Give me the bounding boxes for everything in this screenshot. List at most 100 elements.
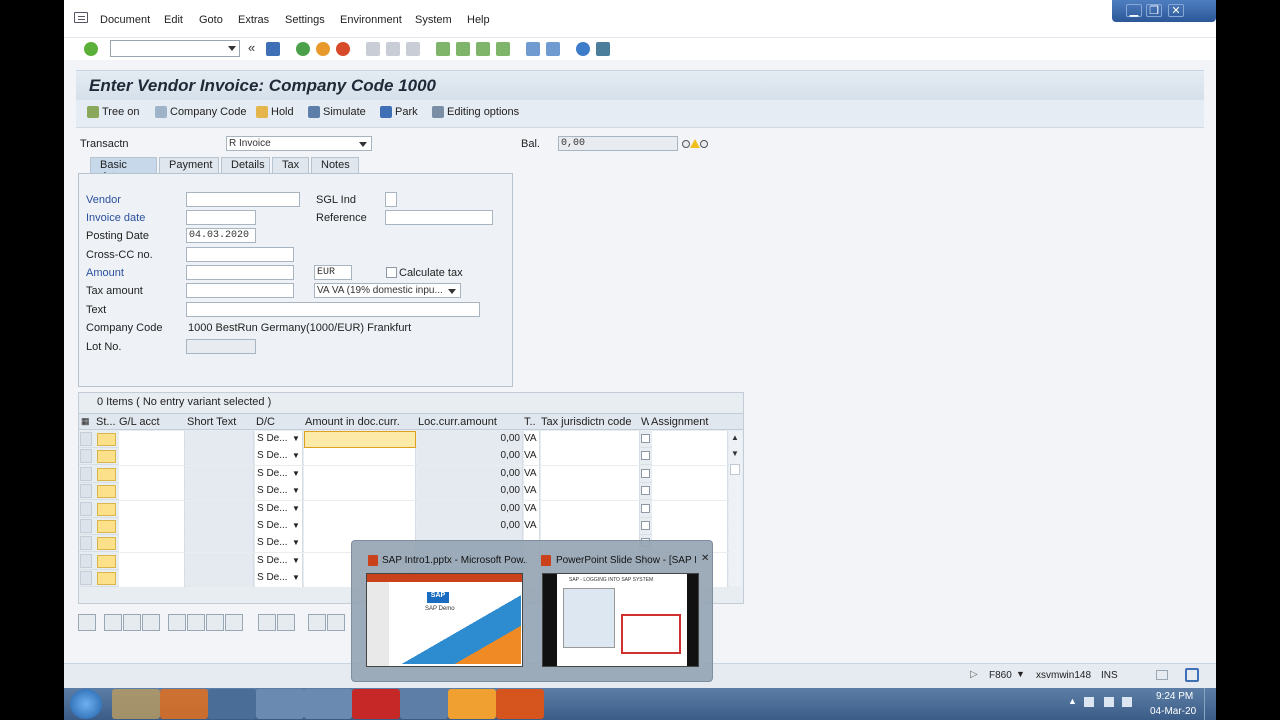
help-icon[interactable] bbox=[576, 42, 590, 56]
save-icon[interactable] bbox=[266, 42, 280, 56]
menu-goto[interactable]: Goto bbox=[199, 14, 223, 26]
tax-code-select[interactable]: VA VA (19% domestic inpu... bbox=[314, 283, 461, 298]
row-selector[interactable] bbox=[80, 519, 92, 533]
tab-notes[interactable]: Notes bbox=[311, 157, 359, 173]
close-icon[interactable]: ✕ bbox=[1168, 4, 1184, 17]
gl-acct-cell[interactable] bbox=[119, 552, 185, 570]
chevron-down-icon[interactable]: ▼ bbox=[292, 518, 300, 535]
status-cell[interactable] bbox=[97, 450, 116, 464]
posting-date-field[interactable]: 04.03.2020 bbox=[186, 228, 256, 243]
sgl-ind-field[interactable] bbox=[385, 192, 397, 207]
amount-doc-cell[interactable] bbox=[304, 465, 416, 483]
gl-acct-cell[interactable] bbox=[119, 535, 185, 553]
row-selector[interactable] bbox=[80, 571, 92, 586]
paste-icon[interactable] bbox=[277, 614, 295, 631]
col-status[interactable]: St... bbox=[96, 416, 116, 428]
hold-button[interactable]: Hold bbox=[256, 106, 294, 118]
gl-acct-cell[interactable] bbox=[119, 448, 185, 466]
menu-settings[interactable]: Settings bbox=[285, 14, 325, 26]
menu-extras[interactable]: Extras bbox=[238, 14, 269, 26]
col-short-text[interactable]: Short Text bbox=[187, 416, 252, 428]
tray-arrow-icon[interactable]: ▲ bbox=[1068, 696, 1077, 706]
col-dc[interactable]: D/C bbox=[256, 416, 301, 428]
cancel-icon[interactable] bbox=[336, 42, 350, 56]
media-player-icon[interactable] bbox=[160, 689, 208, 719]
assignment-cell[interactable] bbox=[652, 431, 728, 448]
row-selector[interactable] bbox=[80, 501, 92, 516]
previous-page-icon[interactable] bbox=[456, 42, 470, 56]
find-next-icon[interactable] bbox=[406, 42, 420, 56]
assignment-cell[interactable] bbox=[652, 483, 728, 501]
scroll-up-icon[interactable]: ▲ bbox=[731, 433, 739, 442]
chevron-down-icon[interactable]: ▼ bbox=[292, 448, 300, 465]
enter-icon[interactable] bbox=[84, 42, 98, 56]
amount-doc-cell[interactable] bbox=[304, 483, 416, 501]
sap-logon-icon[interactable] bbox=[256, 689, 304, 719]
status-cell[interactable] bbox=[97, 520, 116, 533]
tab-details[interactable]: Details bbox=[221, 157, 270, 173]
status-cell[interactable] bbox=[97, 467, 116, 481]
w-checkbox[interactable] bbox=[641, 451, 650, 461]
thumb-title-2[interactable]: PowerPoint Slide Show - [SAP I... bbox=[556, 555, 696, 566]
col-loc-amount[interactable]: Loc.curr.amount bbox=[418, 416, 522, 428]
find-icon[interactable] bbox=[386, 42, 400, 56]
create-session-icon[interactable] bbox=[526, 42, 540, 56]
assignment-cell[interactable] bbox=[652, 465, 728, 483]
menu-environment[interactable]: Environment bbox=[340, 14, 402, 26]
calculate-tax-checkbox[interactable] bbox=[386, 267, 397, 278]
next-page-icon[interactable] bbox=[476, 42, 490, 56]
clock-time[interactable]: 9:24 PM bbox=[1156, 691, 1193, 702]
select-all-icon[interactable] bbox=[104, 614, 122, 631]
status-cell[interactable] bbox=[97, 433, 116, 446]
deselect-all-icon[interactable] bbox=[123, 614, 141, 631]
w-checkbox[interactable] bbox=[641, 434, 650, 443]
menu-help[interactable]: Help bbox=[467, 14, 490, 26]
amount-doc-cell[interactable] bbox=[304, 518, 416, 535]
tax-jurisdiction-cell[interactable] bbox=[541, 518, 640, 535]
cross-cc-field[interactable] bbox=[186, 247, 294, 262]
back-icon[interactable] bbox=[296, 42, 310, 56]
explorer-icon[interactable] bbox=[112, 689, 160, 719]
print-icon[interactable] bbox=[366, 42, 380, 56]
simulate-button[interactable]: Simulate bbox=[308, 106, 366, 118]
vertical-scrollbar[interactable]: ▲ ▼ bbox=[729, 431, 742, 586]
text-field[interactable] bbox=[186, 302, 480, 317]
menu-edit[interactable]: Edit bbox=[164, 14, 183, 26]
last-page-icon[interactable] bbox=[496, 42, 510, 56]
menu-icon[interactable] bbox=[74, 12, 88, 23]
tax-amount-field[interactable] bbox=[186, 283, 294, 298]
amount-doc-cell[interactable] bbox=[304, 431, 416, 448]
chevron-down-icon[interactable]: ▼ bbox=[292, 535, 300, 552]
row-selector[interactable] bbox=[80, 536, 92, 551]
invoice-date-field[interactable] bbox=[186, 210, 256, 225]
table-settings-icon[interactable]: ▦ bbox=[81, 416, 93, 427]
tab-basic-data[interactable]: Basic data bbox=[90, 157, 157, 183]
copy-row-icon[interactable] bbox=[206, 614, 224, 631]
command-field[interactable] bbox=[110, 40, 240, 57]
thumb-preview-2[interactable]: SAP - LOGGING INTO SAP SYSTEM bbox=[542, 573, 699, 667]
chevron-down-icon[interactable]: ▼ bbox=[292, 501, 300, 518]
col-amount-doc[interactable]: Amount in doc.curr. bbox=[305, 416, 415, 428]
thumb-preview-1[interactable]: SAP SAP Demo bbox=[366, 573, 523, 667]
gl-acct-cell[interactable] bbox=[119, 500, 185, 518]
assignment-cell[interactable] bbox=[652, 500, 728, 518]
scroll-thumb[interactable] bbox=[730, 464, 740, 475]
sort-ascending-icon[interactable] bbox=[308, 614, 326, 631]
amount-field[interactable] bbox=[186, 265, 294, 280]
first-page-icon[interactable] bbox=[436, 42, 450, 56]
reference-field[interactable] bbox=[385, 210, 493, 225]
status-cell[interactable] bbox=[97, 572, 116, 586]
notepad-icon[interactable] bbox=[400, 689, 448, 719]
clock-date[interactable]: 04-Mar-20 bbox=[1150, 706, 1196, 717]
tax-jurisdiction-cell[interactable] bbox=[541, 483, 640, 501]
tax-jurisdiction-cell[interactable] bbox=[541, 465, 640, 483]
minimize-icon[interactable]: ▁ bbox=[1126, 4, 1142, 17]
show-desktop-button[interactable] bbox=[1204, 688, 1216, 720]
chevron-down-icon[interactable]: ▼ bbox=[292, 431, 300, 448]
insert-row-icon[interactable] bbox=[168, 614, 186, 631]
row-selector[interactable] bbox=[80, 432, 92, 446]
chevron-down-icon[interactable]: ▼ bbox=[292, 553, 300, 570]
chrome-icon[interactable] bbox=[304, 689, 352, 719]
gl-acct-cell[interactable] bbox=[119, 465, 185, 483]
lock-icon[interactable] bbox=[1185, 668, 1199, 682]
